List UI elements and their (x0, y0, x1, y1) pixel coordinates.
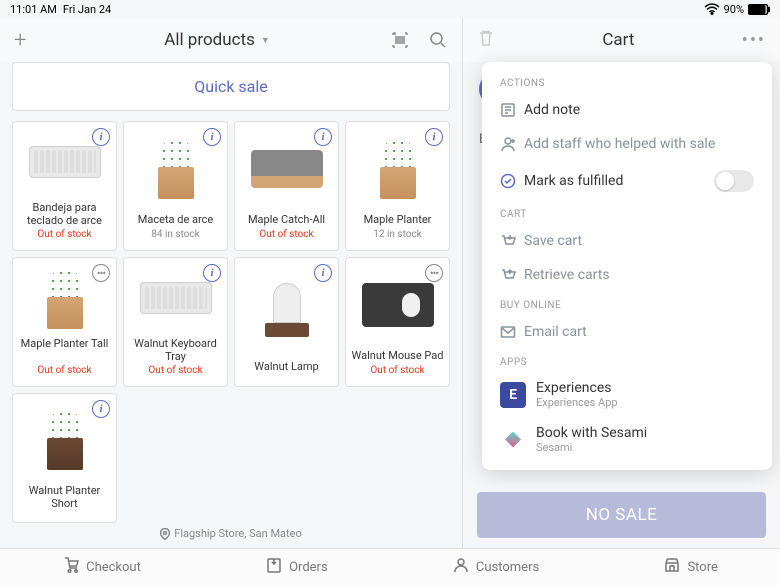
app-icon (500, 427, 526, 453)
cart-title: Cart (495, 30, 742, 50)
product-name: Maple Catch-All (239, 213, 334, 227)
location-row[interactable]: Flagship Store, San Mateo (12, 523, 450, 544)
search-icon[interactable] (428, 30, 448, 50)
save-cart-item[interactable]: Save cart (482, 224, 772, 258)
left-toolbar: + All products ▼ (0, 18, 462, 62)
product-stock: Out of stock (239, 229, 334, 240)
nav-checkout[interactable]: Checkout (62, 556, 141, 578)
product-card[interactable]: i Walnut Lamp (234, 257, 339, 387)
info-icon[interactable]: i (425, 128, 443, 146)
toolbar-title: All products (164, 30, 255, 50)
trash-icon[interactable] (477, 29, 495, 51)
nav-label: Customers (476, 560, 539, 575)
app-sub: Sesami (536, 441, 647, 454)
checkout-icon (62, 556, 80, 578)
app-sub: Experiences App (536, 396, 618, 409)
barcode-icon[interactable] (390, 30, 410, 50)
dd-cart-header: CART (482, 201, 772, 224)
product-card[interactable]: ••• Maple Planter Tall Out of stock (12, 257, 117, 387)
product-card[interactable]: i Bandeja para teclado de arce Out of st… (12, 121, 117, 251)
product-card[interactable]: ••• Walnut Mouse Pad Out of stock (345, 257, 450, 387)
info-icon[interactable]: i (203, 264, 221, 282)
product-card[interactable]: i Walnut Planter Short (12, 393, 117, 523)
cart-actions-dropdown: ACTIONS Add note Add staff who helped wi… (482, 62, 772, 470)
app-item[interactable]: Book with Sesami Sesami (482, 417, 772, 462)
info-icon[interactable]: i (92, 128, 110, 146)
info-icon[interactable]: i (314, 264, 332, 282)
status-date: Fri Jan 24 (63, 3, 111, 16)
fulfilled-toggle[interactable] (714, 170, 754, 192)
battery-pct: 90% (724, 3, 744, 16)
info-icon[interactable]: i (203, 128, 221, 146)
location-label: Flagship Store, San Mateo (174, 527, 302, 540)
no-sale-button[interactable]: NO SALE (477, 492, 766, 538)
product-stock: 12 in stock (350, 229, 445, 240)
add-note-item[interactable]: Add note (482, 93, 772, 127)
quick-sale-button[interactable]: Quick sale (12, 62, 450, 111)
chevron-down-icon: ▼ (261, 35, 270, 46)
mark-fulfilled-item[interactable]: Mark as fulfilled (482, 161, 772, 201)
note-icon (500, 102, 524, 118)
app-name: Experiences (536, 380, 618, 396)
orders-icon (265, 556, 283, 578)
product-name: Walnut Mouse Pad (350, 349, 445, 363)
nav-customers[interactable]: Customers (452, 556, 539, 578)
info-icon[interactable]: i (314, 128, 332, 146)
product-stock: Out of stock (17, 229, 112, 240)
info-icon[interactable]: i (92, 400, 110, 418)
nav-orders[interactable]: Orders (265, 556, 328, 578)
pin-icon (160, 528, 170, 540)
more-icon[interactable]: ••• (742, 30, 766, 51)
dd-actions-header: ACTIONS (482, 70, 772, 93)
app-icon: E (500, 382, 526, 408)
dd-apps-header: APPS (482, 349, 772, 372)
add-button[interactable]: + (14, 28, 26, 53)
product-stock: Out of stock (350, 365, 445, 376)
battery-icon (748, 4, 770, 15)
more-icon[interactable]: ••• (92, 264, 110, 282)
product-name: Maple Planter Tall (17, 337, 112, 363)
staff-icon (500, 136, 524, 152)
cart-toolbar: Cart ••• (463, 18, 780, 62)
check-circle-icon (500, 173, 524, 189)
status-time: 11:01 AM (10, 3, 57, 16)
product-name: Walnut Planter Short (17, 484, 112, 510)
status-bar: 11:01 AM Fri Jan 24 90% (0, 0, 780, 18)
wifi-icon (704, 3, 720, 15)
nav-store[interactable]: Store (663, 556, 717, 578)
product-name: Bandeja para teclado de arce (17, 201, 112, 227)
app-item[interactable]: E Experiences Experiences App (482, 372, 772, 417)
add-staff-item[interactable]: Add staff who helped with sale (482, 127, 772, 161)
nav-label: Orders (289, 560, 328, 575)
bottom-nav: Checkout Orders Customers Store (0, 548, 780, 585)
product-card[interactable]: i Maple Planter 12 in stock (345, 121, 450, 251)
product-card[interactable]: i Walnut Keyboard Tray Out of stock (123, 257, 228, 387)
product-stock: Out of stock (128, 365, 223, 376)
customers-icon (452, 556, 470, 578)
save-cart-icon (500, 233, 524, 249)
product-card[interactable]: i Maceta de arce 84 in stock (123, 121, 228, 251)
app-name: Book with Sesami (536, 425, 647, 441)
retrieve-icon (500, 267, 524, 283)
dd-buy-header: BUY ONLINE (482, 292, 772, 315)
product-pane: + All products ▼ Quick sale i Bandeja pa… (0, 18, 462, 548)
product-name: Walnut Lamp (239, 360, 334, 374)
mail-icon (500, 324, 524, 340)
cart-pane: Cart ••• By ACTIONS Add note Add staff w… (462, 18, 780, 548)
product-stock: 84 in stock (128, 229, 223, 240)
product-stock: Out of stock (17, 365, 112, 376)
nav-label: Store (687, 560, 717, 575)
store-icon (663, 556, 681, 578)
product-name: Maceta de arce (128, 213, 223, 227)
more-icon[interactable]: ••• (425, 264, 443, 282)
retrieve-carts-item[interactable]: Retrieve carts (482, 258, 772, 292)
product-card[interactable]: i Maple Catch-All Out of stock (234, 121, 339, 251)
product-name: Maple Planter (350, 213, 445, 227)
nav-label: Checkout (86, 560, 141, 575)
email-cart-item[interactable]: Email cart (482, 315, 772, 349)
product-filter-dropdown[interactable]: All products ▼ (44, 30, 390, 50)
product-name: Walnut Keyboard Tray (128, 337, 223, 363)
